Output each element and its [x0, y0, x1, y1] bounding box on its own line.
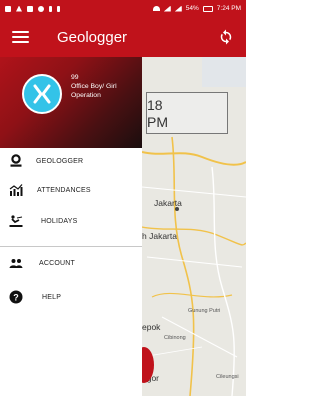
- nav-item-help[interactable]: ? HELP: [0, 286, 142, 308]
- user-role: Office Boy/ Girl Operation: [71, 83, 117, 99]
- warning-icon: [16, 5, 22, 12]
- app-title: Geologger: [57, 28, 128, 46]
- notification-icons: [5, 5, 60, 12]
- signal-icon: [174, 5, 182, 12]
- notification-icon: [5, 5, 11, 12]
- menu-icon[interactable]: [12, 31, 29, 43]
- battery-icon: [202, 5, 213, 12]
- wifi-icon: [152, 6, 160, 11]
- nav-label-holidays: HOLIDAYS: [41, 217, 78, 225]
- clock-time-suffix: PM: [147, 114, 168, 130]
- app-bar: Geologger: [0, 17, 246, 57]
- nav-item-geologger[interactable]: GEOLOGGER: [0, 150, 142, 172]
- nav-label-account: ACCOUNT: [39, 259, 76, 267]
- chart-icon: [9, 184, 23, 196]
- beach-icon: [9, 215, 23, 227]
- divider: [0, 246, 142, 247]
- map-label: Cileungsi: [216, 374, 239, 380]
- map-label: Cibinong: [164, 335, 186, 341]
- map-pin-icon: [10, 154, 22, 167]
- map-view[interactable]: 18 PM Jakarta h Jakarta epok Gunung Putr…: [142, 57, 246, 396]
- status-time: 7:24 PM: [216, 5, 241, 12]
- people-icon: [9, 259, 23, 268]
- status-right: 54% 7:24 PM: [152, 5, 241, 12]
- map-label: epok: [142, 322, 161, 332]
- map-label: Gunung Putri: [188, 308, 221, 314]
- clock-card: 18 PM: [146, 92, 228, 134]
- user-info: 99 Office Boy/ Girl Operation: [71, 73, 139, 100]
- avatar[interactable]: [22, 74, 62, 114]
- whatsapp-icon: [38, 5, 44, 12]
- drawer-header: 99 Office Boy/ Girl Operation: [0, 57, 142, 148]
- battery-percent: 54%: [185, 5, 199, 12]
- nav-item-holidays[interactable]: HOLIDAYS: [0, 210, 142, 232]
- clock-time-digits: 18: [147, 97, 163, 113]
- status-bar: 54% 7:24 PM: [0, 0, 246, 17]
- logo-x-icon: [33, 84, 51, 104]
- usb-icon: [49, 5, 52, 12]
- user-id: 99: [71, 74, 79, 81]
- map-label: h Jakarta: [142, 231, 177, 241]
- usb-icon: [57, 5, 60, 12]
- svg-text:?: ?: [13, 293, 19, 303]
- nav-item-attendances[interactable]: ATTENDANCES: [0, 179, 142, 201]
- nav-item-account[interactable]: ACCOUNT: [0, 252, 142, 274]
- signal-icon: [163, 5, 171, 12]
- nav-label-help: HELP: [42, 293, 62, 301]
- navigation-drawer: 99 Office Boy/ Girl Operation GEOLOGGER …: [0, 57, 142, 396]
- nav-label-geologger: GEOLOGGER: [36, 157, 84, 165]
- location-pin-icon: [175, 207, 179, 211]
- message-icon: [27, 5, 33, 12]
- refresh-icon[interactable]: [217, 28, 235, 46]
- nav-label-attendances: ATTENDANCES: [37, 186, 91, 194]
- help-icon: ?: [9, 290, 23, 304]
